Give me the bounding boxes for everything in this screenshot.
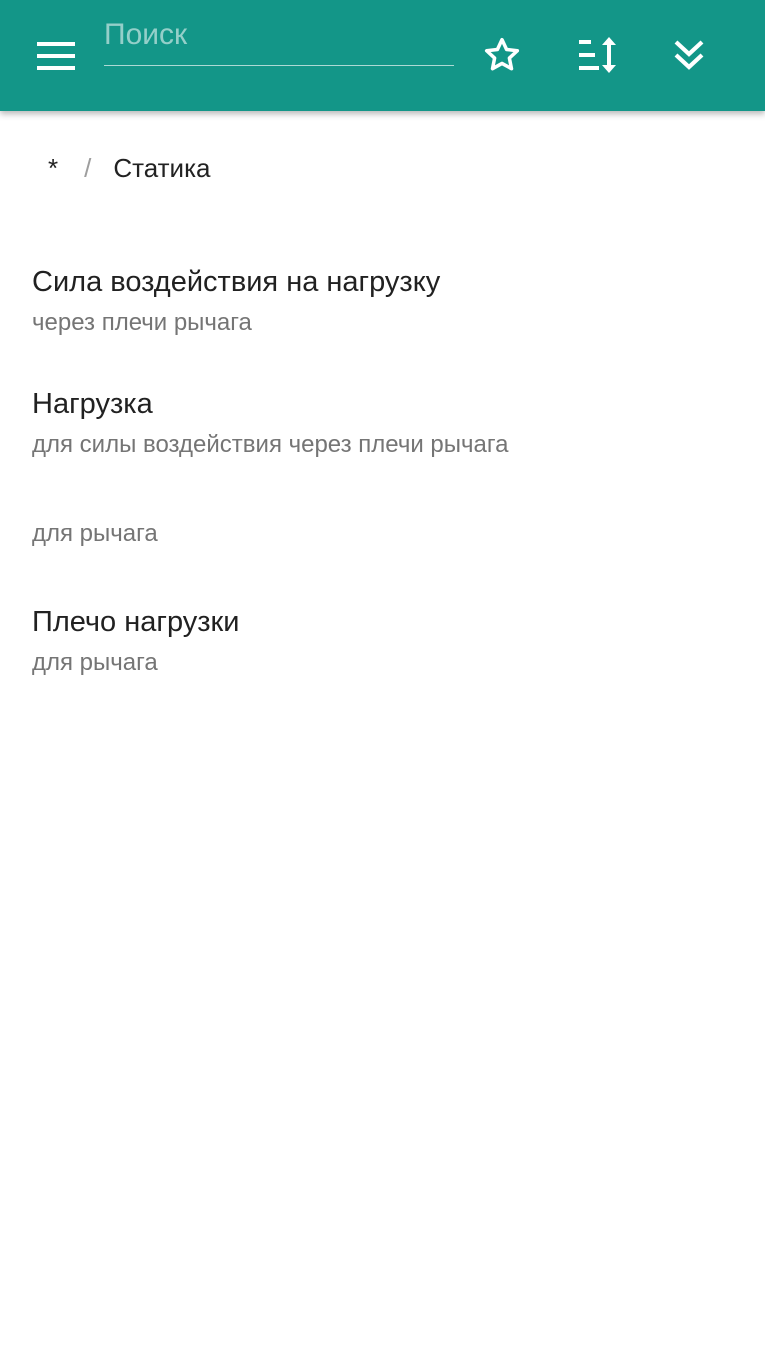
- list-item[interactable]: Нагрузка для силы воздействия через плеч…: [0, 368, 765, 478]
- breadcrumb-root[interactable]: *: [44, 153, 62, 184]
- sort-icon: [579, 37, 616, 73]
- list-item-subtitle: для рычага: [32, 520, 158, 547]
- breadcrumb-separator: /: [84, 152, 92, 183]
- list-item[interactable]: для рычага: [0, 490, 765, 570]
- search-input[interactable]: [104, 14, 454, 66]
- sort-button[interactable]: [572, 30, 622, 80]
- list-item-subtitle: через плечи рычага: [32, 309, 252, 336]
- list-item[interactable]: Сила воздействия на нагрузку через плечи…: [0, 246, 765, 356]
- list-item-title: Нагрузка: [32, 388, 153, 420]
- star-outline-icon: [484, 37, 520, 71]
- favorite-button[interactable]: [477, 30, 527, 80]
- list-item[interactable]: Плечо нагрузки для рычага: [0, 586, 765, 696]
- double-chevron-down-icon: [674, 40, 704, 70]
- expand-all-button[interactable]: [664, 30, 714, 80]
- menu-icon: [37, 42, 75, 70]
- breadcrumb-current: Статика: [113, 152, 211, 183]
- list-item-title: Плечо нагрузки: [32, 606, 240, 638]
- search-container: [104, 14, 454, 68]
- list-item-subtitle: для силы воздействия через плечи рычага: [32, 431, 509, 458]
- menu-button[interactable]: [28, 33, 84, 79]
- breadcrumb: * / Статика: [44, 150, 210, 186]
- app-bar: [0, 0, 765, 111]
- list-item-subtitle: для рычага: [32, 649, 158, 676]
- list-item-title: Сила воздействия на нагрузку: [32, 266, 441, 298]
